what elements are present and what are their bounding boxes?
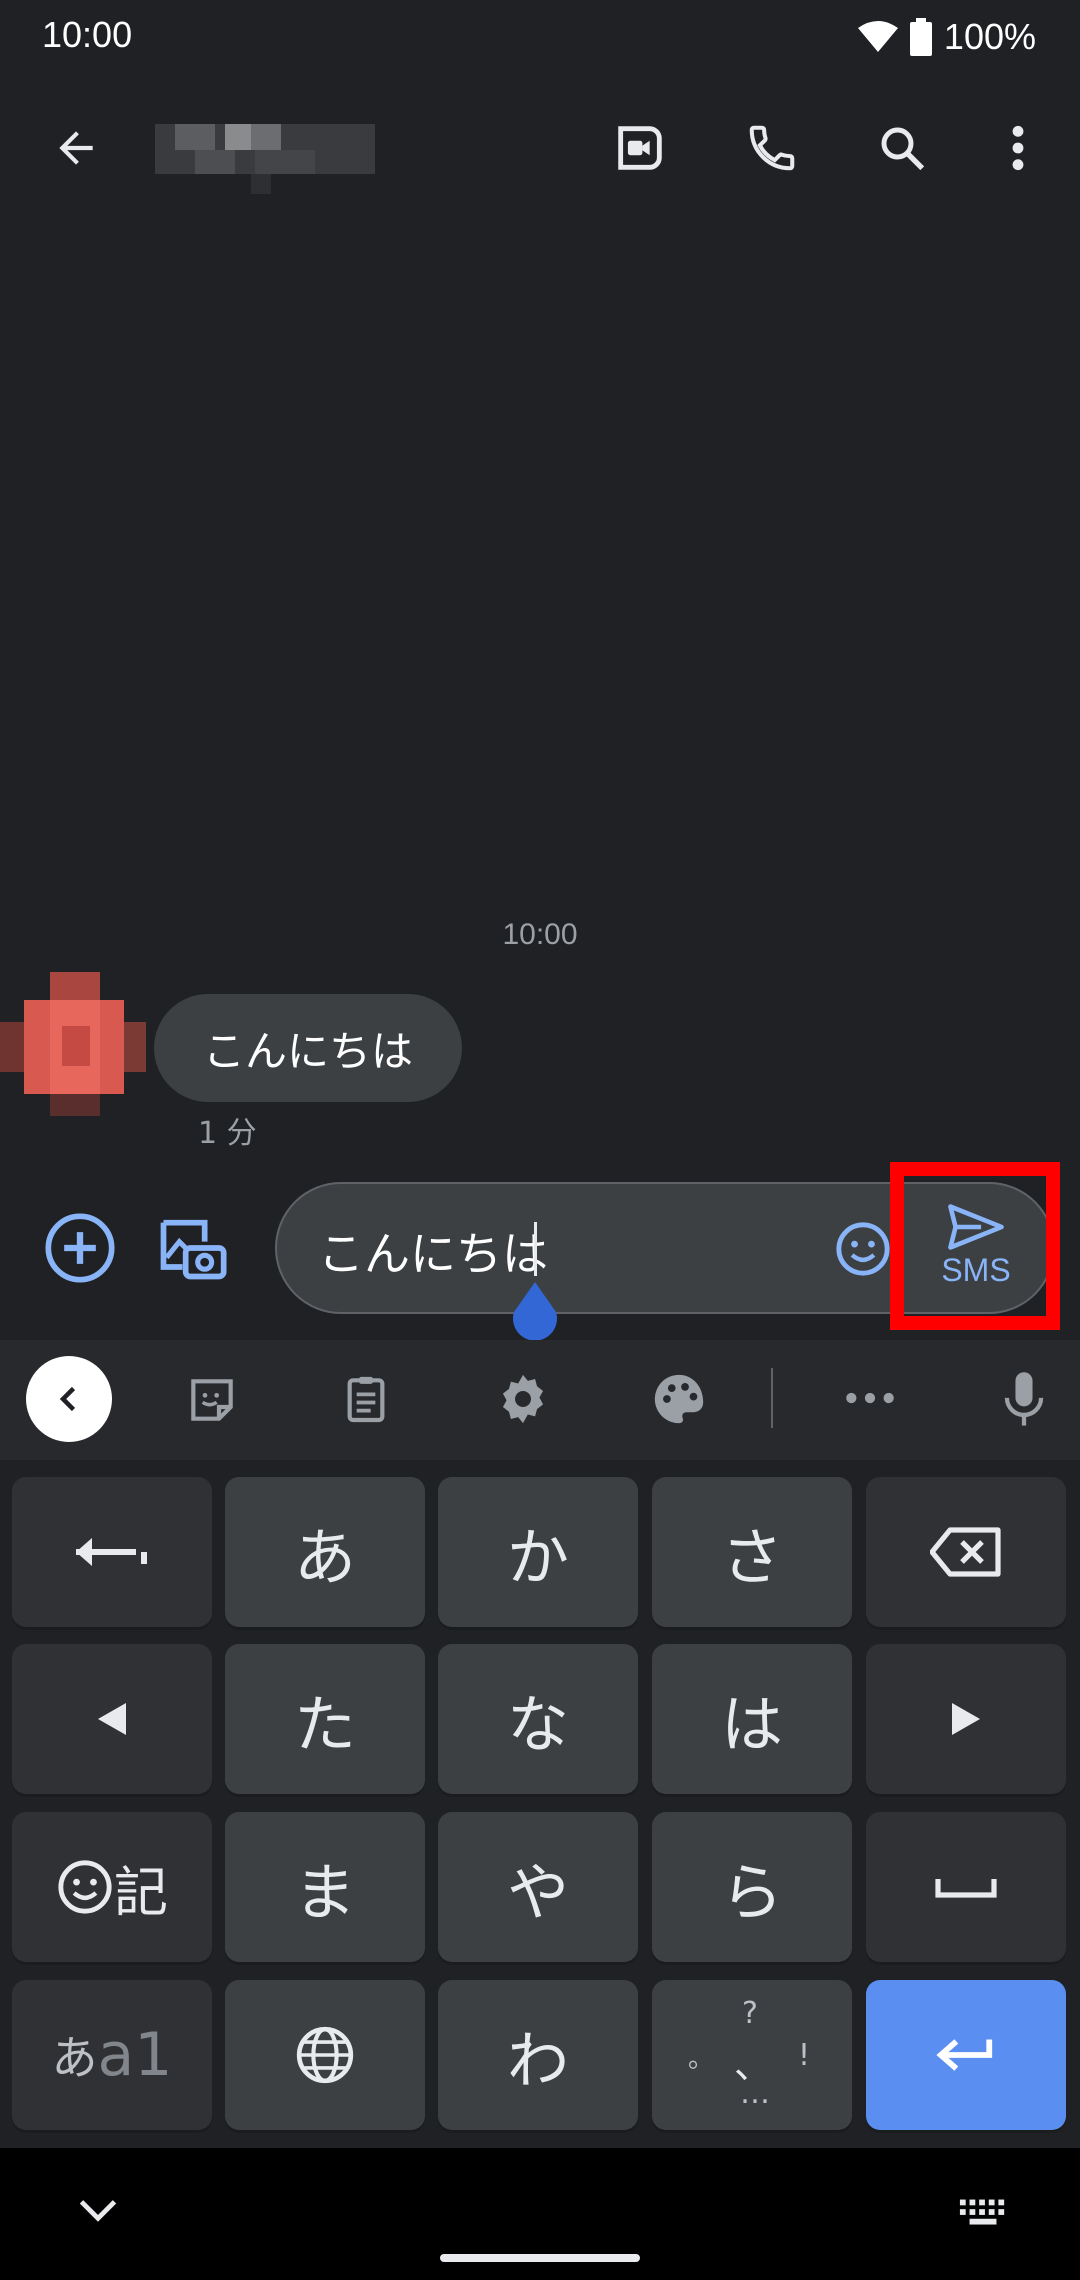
settings-icon[interactable] [494, 1370, 552, 1428]
send-icon [948, 1203, 1004, 1250]
key-space[interactable] [866, 1812, 1066, 1962]
keyboard-switch-icon[interactable] [958, 2196, 1008, 2230]
globe-icon [296, 2026, 354, 2084]
mic-icon[interactable] [998, 1368, 1050, 1432]
key-a[interactable]: あ [225, 1477, 425, 1627]
key-undo[interactable] [12, 1477, 212, 1627]
video-call-icon[interactable] [600, 108, 680, 188]
gallery-camera-icon[interactable] [154, 1210, 230, 1286]
punct-exclamation: ! [798, 2038, 811, 2073]
key-punctuation[interactable]: ? 。 、 ! … [652, 1980, 852, 2130]
send-sms-button[interactable]: SMS [916, 1186, 1036, 1306]
space-icon [935, 1879, 997, 1898]
more-horiz-icon[interactable] [842, 1380, 898, 1416]
key-ta[interactable]: た [225, 1644, 425, 1794]
triangle-left-icon [98, 1703, 126, 1735]
contact-name-pixelated [155, 124, 375, 194]
key-cursor-left[interactable] [12, 1644, 212, 1794]
key-cursor-right[interactable] [866, 1644, 1066, 1794]
key-ma[interactable]: ま [225, 1812, 425, 1962]
key-emoji-symbols[interactable]: 記 [12, 1812, 212, 1962]
battery-percent: 100% [943, 16, 1036, 57]
key-sa[interactable]: さ [652, 1477, 852, 1627]
message-text: こんにちは [202, 1026, 413, 1076]
status-icons: 100% [857, 14, 1036, 60]
avatar[interactable] [0, 972, 150, 1122]
kigou-label: 記 [114, 1860, 168, 1924]
back-arrow-icon[interactable] [36, 108, 116, 188]
battery-icon [909, 18, 932, 56]
punct-period: 。 [688, 2044, 715, 2074]
key-ha[interactable]: は [652, 1644, 852, 1794]
clipboard-icon[interactable] [338, 1370, 394, 1428]
message-bubble[interactable]: こんにちは [154, 994, 462, 1102]
undo-arrow-icon [76, 1538, 147, 1566]
status-time: 10:00 [42, 14, 133, 55]
mode-alpha-label: a1 [97, 2020, 173, 2090]
key-enter[interactable] [866, 1980, 1066, 2130]
send-label: SMS [941, 1251, 1011, 1288]
message-input-text: こんにちは [318, 1227, 548, 1281]
message-timestamp: 10:00 [502, 918, 578, 951]
more-vert-icon[interactable] [978, 108, 1058, 188]
emoji-icon[interactable] [834, 1220, 892, 1278]
phone-icon[interactable] [732, 108, 812, 188]
sticker-icon[interactable] [184, 1372, 240, 1428]
punct-ellipsis: … [740, 2076, 770, 2111]
backspace-icon [930, 1527, 1001, 1577]
cursor-handle[interactable] [508, 1282, 562, 1342]
key-input-mode[interactable]: あ a1 [12, 1980, 212, 2130]
key-ra[interactable]: ら [652, 1812, 852, 1962]
search-icon[interactable] [862, 108, 942, 188]
text-cursor [534, 1222, 537, 1276]
key-wa[interactable]: わ [438, 1980, 638, 2130]
key-language[interactable] [225, 1980, 425, 2130]
palette-icon[interactable] [650, 1370, 708, 1428]
key-ya[interactable]: や [438, 1812, 638, 1962]
message-meta: 1 分 [198, 1116, 257, 1151]
toolbar-divider [771, 1368, 773, 1428]
keyboard-hide-chevron-icon[interactable] [76, 2196, 120, 2226]
key-na[interactable]: な [438, 1644, 638, 1794]
wifi-icon [857, 21, 898, 52]
add-circle-icon[interactable] [42, 1210, 118, 1286]
punct-question: ? [742, 1996, 758, 2031]
emoji-icon [58, 1860, 112, 1914]
key-ka[interactable]: か [438, 1477, 638, 1627]
enter-icon [936, 2039, 993, 2071]
triangle-right-icon [952, 1703, 980, 1735]
mode-kana-label: あ [51, 2031, 98, 2085]
key-backspace[interactable] [866, 1477, 1066, 1627]
collapse-chevron-icon[interactable] [26, 1356, 112, 1442]
home-gesture-pill[interactable] [440, 2254, 640, 2262]
